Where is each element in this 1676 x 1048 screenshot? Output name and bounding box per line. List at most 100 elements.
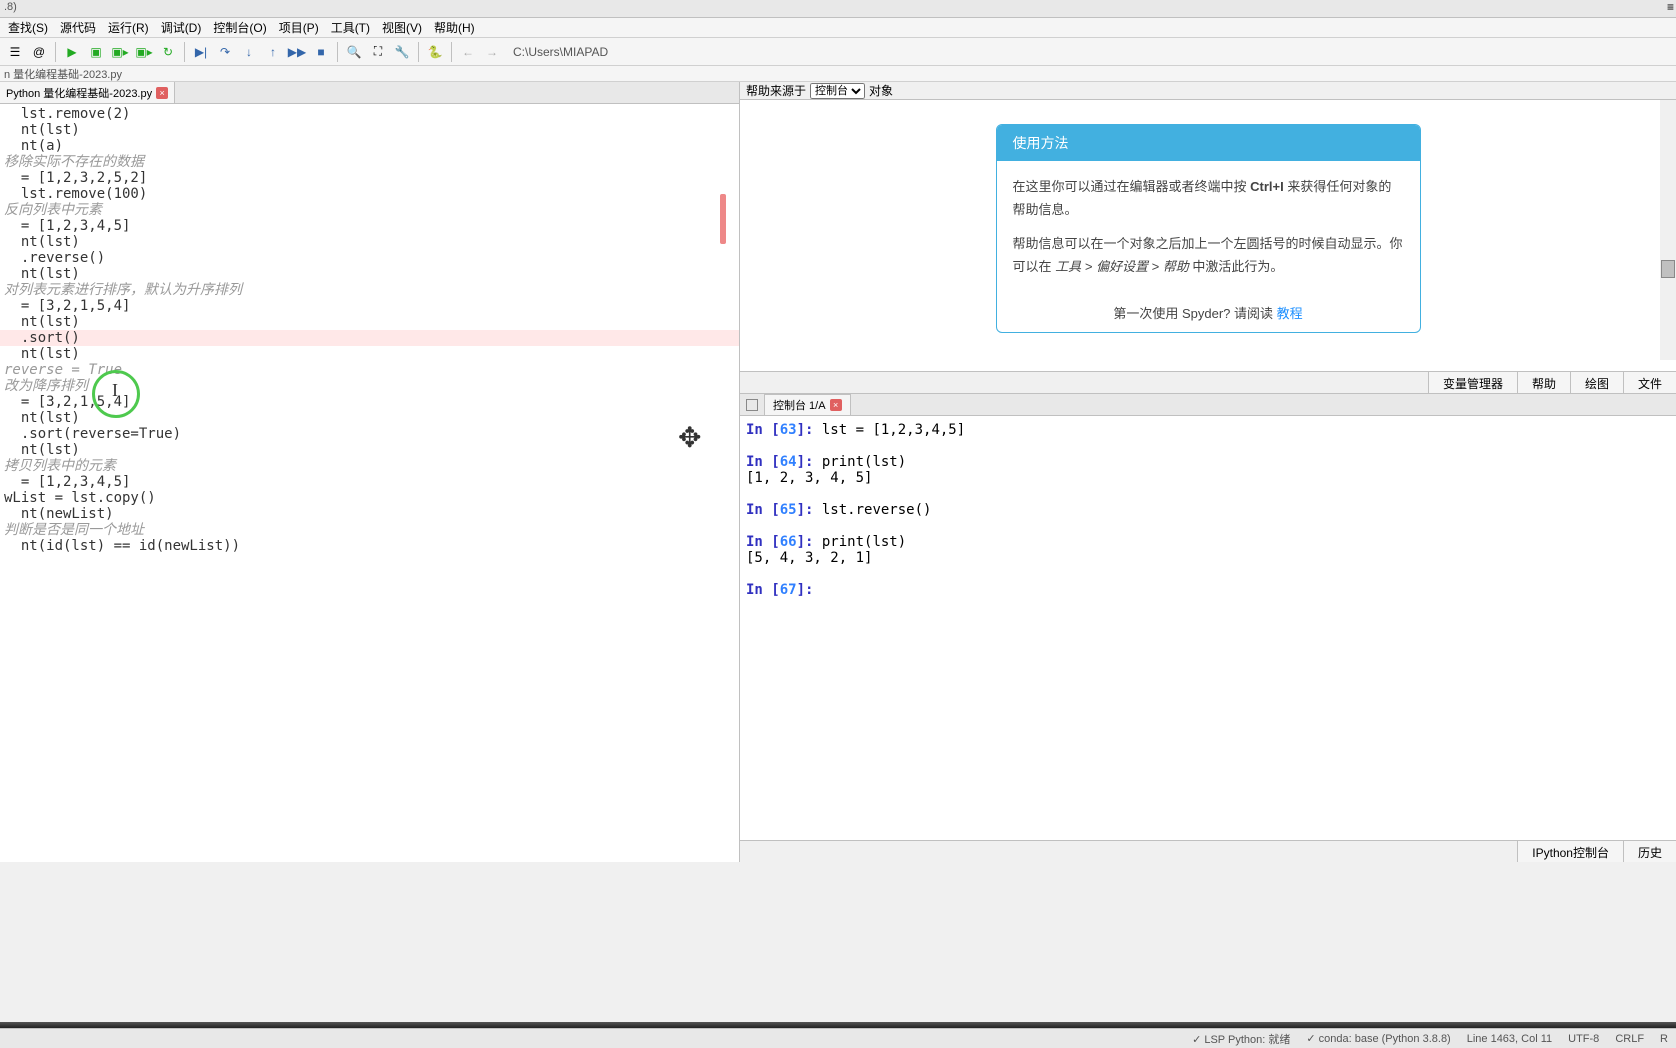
menu-item[interactable]: 视图(V) xyxy=(376,17,428,38)
code-line[interactable]: 改为降序排列 xyxy=(0,378,739,394)
console-footer-tab[interactable]: IPython控制台 xyxy=(1517,841,1623,862)
code-line[interactable]: wList = lst.copy() xyxy=(0,490,739,506)
code-line[interactable]: 拷贝列表中的元素 xyxy=(0,458,739,474)
help-source-select[interactable]: 控制台 xyxy=(810,83,865,99)
run-cell-advance-icon[interactable]: ▣▸ xyxy=(109,41,131,63)
code-line[interactable]: = [1,2,3,4,5] xyxy=(0,218,739,234)
help-source-label: 帮助来源于 xyxy=(746,82,806,99)
console-body[interactable]: In [63]: lst = [1,2,3,4,5] In [64]: prin… xyxy=(740,416,1676,840)
encoding-status: UTF-8 xyxy=(1568,1033,1599,1045)
code-line[interactable]: nt(a) xyxy=(0,138,739,154)
editor-body[interactable]: lst.remove(2) nt(lst) nt(a)移除实际不存在的数据 = … xyxy=(0,104,739,862)
main-area: Python 量化编程基础-2023.py × ≡ lst.remove(2) … xyxy=(0,82,1676,862)
tabs-menu-icon[interactable]: ≡ xyxy=(1667,0,1674,14)
code-line[interactable]: reverse = True xyxy=(0,362,739,378)
fullscreen-icon[interactable]: ⛶ xyxy=(367,41,389,63)
python-path-icon[interactable]: 🐍 xyxy=(424,41,446,63)
console-line xyxy=(746,486,1670,502)
code-line[interactable]: nt(lst) xyxy=(0,122,739,138)
menu-item[interactable]: 工具(T) xyxy=(325,17,376,38)
stop-debug-icon[interactable]: ■ xyxy=(310,41,332,63)
console-tab-label: 控制台 1/A xyxy=(773,397,826,413)
menu-item[interactable]: 查找(S) xyxy=(2,17,54,38)
menu-item[interactable]: 项目(P) xyxy=(273,17,325,38)
code-line[interactable]: nt(lst) xyxy=(0,314,739,330)
code-line[interactable]: nt(lst) xyxy=(0,234,739,250)
at-icon[interactable]: @ xyxy=(28,41,50,63)
outline-icon[interactable]: ☰ xyxy=(4,41,26,63)
code-line[interactable]: = [3,2,1,5,4] xyxy=(0,394,739,410)
separator xyxy=(418,42,419,62)
help-pane-tab[interactable]: 帮助 xyxy=(1517,372,1570,393)
close-tab-icon[interactable]: × xyxy=(156,87,168,99)
console-tabs: 控制台 1/A × xyxy=(740,394,1676,416)
code-line[interactable]: .reverse() xyxy=(0,250,739,266)
run-cell-icon[interactable]: ▣ xyxy=(85,41,107,63)
code-line[interactable]: nt(lst) xyxy=(0,266,739,282)
code-line[interactable]: = [3,2,1,5,4] xyxy=(0,298,739,314)
restart-icon[interactable]: ↻ xyxy=(157,41,179,63)
help-card: 使用方法 在这里你可以通过在编辑器或者终端中按 Ctrl+I 来获得任何对象的帮… xyxy=(996,124,1421,333)
console-footer-tab[interactable]: 历史 xyxy=(1623,841,1676,862)
code-line[interactable]: .sort() xyxy=(0,330,739,346)
code-line[interactable]: lst.remove(2) xyxy=(0,106,739,122)
code-line[interactable]: nt(lst) xyxy=(0,442,739,458)
step-into-icon[interactable]: ↓ xyxy=(238,41,260,63)
menu-item[interactable]: 调试(D) xyxy=(155,17,208,38)
code-line[interactable]: nt(lst) xyxy=(0,410,739,426)
console-line: [1, 2, 3, 4, 5] xyxy=(746,470,1670,486)
console-line: In [65]: lst.reverse() xyxy=(746,502,1670,518)
help-body: 使用方法 在这里你可以通过在编辑器或者终端中按 Ctrl+I 来获得任何对象的帮… xyxy=(740,100,1676,372)
continue-icon[interactable]: ▶▶ xyxy=(286,41,308,63)
eol-status: CRLF xyxy=(1615,1033,1644,1045)
code-line[interactable]: nt(newList) xyxy=(0,506,739,522)
run-selection-icon[interactable]: ▣▸ xyxy=(133,41,155,63)
help-pane-tab[interactable]: 变量管理器 xyxy=(1428,372,1517,393)
close-console-icon[interactable]: × xyxy=(830,399,842,411)
title-bar: .8) xyxy=(0,0,1676,18)
code-line[interactable]: 对列表元素进行排序，默认为升序排列 xyxy=(0,282,739,298)
editor-pane: Python 量化编程基础-2023.py × ≡ lst.remove(2) … xyxy=(0,82,740,862)
console-line xyxy=(746,438,1670,454)
step-out-icon[interactable]: ↑ xyxy=(262,41,284,63)
debug-step-icon[interactable]: ▶| xyxy=(190,41,212,63)
lsp-status: ✓ LSP Python: 就绪 xyxy=(1192,1031,1290,1047)
help-header: 帮助来源于 控制台 对象 xyxy=(740,82,1676,100)
status-bar: ✓ LSP Python: 就绪 ✓ conda: base (Python 3… xyxy=(0,1028,1676,1048)
step-over-icon[interactable]: ↷ xyxy=(214,41,236,63)
restore-icon[interactable] xyxy=(746,399,758,411)
menu-item[interactable]: 帮助(H) xyxy=(428,17,481,38)
separator xyxy=(337,42,338,62)
code-line[interactable]: nt(id(lst) == id(newList)) xyxy=(0,538,739,554)
tutorial-link[interactable]: 教程 xyxy=(1277,306,1303,321)
code-line[interactable]: = [1,2,3,2,5,2] xyxy=(0,170,739,186)
console-tab[interactable]: 控制台 1/A × xyxy=(764,394,851,415)
code-line[interactable]: nt(lst) xyxy=(0,346,739,362)
code-line[interactable]: 移除实际不存在的数据 xyxy=(0,154,739,170)
working-dir-path: C:\Users\MIAPAD xyxy=(513,45,608,59)
mode-status: R xyxy=(1660,1033,1668,1045)
help-card-footer: 第一次使用 Spyder? 请阅读 教程 xyxy=(997,293,1420,332)
preferences-icon[interactable]: 🔧 xyxy=(391,41,413,63)
back-icon[interactable]: ← xyxy=(457,41,479,63)
menu-item[interactable]: 源代码 xyxy=(54,17,102,38)
menu-item[interactable]: 控制台(O) xyxy=(207,17,272,38)
help-card-content: 在这里你可以通过在编辑器或者终端中按 Ctrl+I 来获得任何对象的帮助信息。 … xyxy=(997,161,1420,293)
editor-tab[interactable]: Python 量化编程基础-2023.py × xyxy=(0,82,175,103)
code-line[interactable]: 反向列表中元素 xyxy=(0,202,739,218)
help-pane-tab[interactable]: 文件 xyxy=(1623,372,1676,393)
pane-splitter[interactable] xyxy=(722,90,738,846)
menu-item[interactable]: 运行(R) xyxy=(102,17,155,38)
code-line[interactable]: 判断是否是同一个地址 xyxy=(0,522,739,538)
code-line[interactable]: lst.remove(100) xyxy=(0,186,739,202)
code-line[interactable]: .sort(reverse=True) xyxy=(0,426,739,442)
conda-status: ✓ conda: base (Python 3.8.8) xyxy=(1306,1032,1450,1045)
search-icon[interactable]: 🔍 xyxy=(343,41,365,63)
help-pane-tab[interactable]: 绘图 xyxy=(1570,372,1623,393)
console-line: In [66]: print(lst) xyxy=(746,534,1670,550)
code-line[interactable]: = [1,2,3,4,5] xyxy=(0,474,739,490)
scrollbar-thumb[interactable] xyxy=(1661,260,1675,278)
help-scrollbar[interactable] xyxy=(1660,100,1676,360)
forward-icon[interactable]: → xyxy=(481,41,503,63)
run-icon[interactable]: ▶ xyxy=(61,41,83,63)
